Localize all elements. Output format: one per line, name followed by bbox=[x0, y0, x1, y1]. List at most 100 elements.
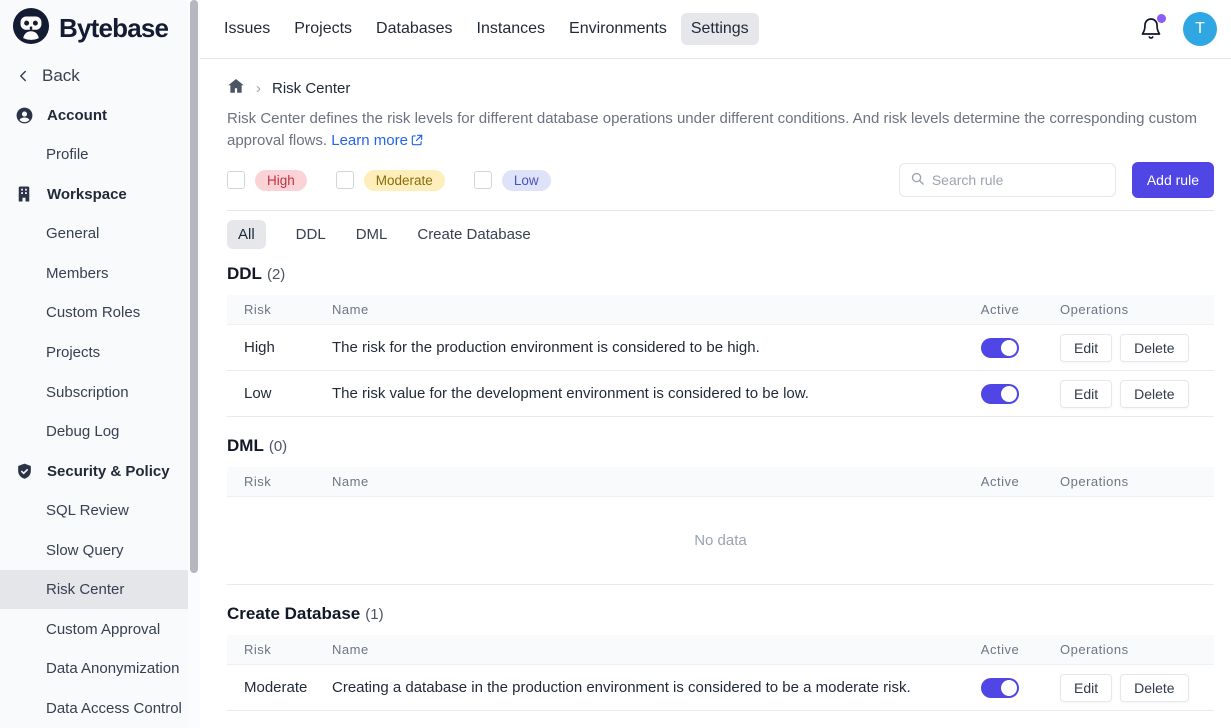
nav-item-settings[interactable]: Settings bbox=[681, 13, 759, 45]
moderate-checkbox[interactable] bbox=[336, 171, 354, 189]
sidebar-item-label: Members bbox=[46, 265, 109, 282]
tab-all[interactable]: All bbox=[227, 220, 266, 249]
active-toggle[interactable] bbox=[981, 384, 1019, 404]
nav-item-issues[interactable]: Issues bbox=[214, 13, 280, 45]
sidebar-section-label: Security & Policy bbox=[47, 463, 170, 480]
section-ddl: DDL(2) Risk Name Active Operations High … bbox=[227, 264, 1214, 417]
col-header-risk: Risk bbox=[227, 474, 332, 489]
delete-button[interactable]: Delete bbox=[1120, 334, 1188, 362]
back-button[interactable]: Back bbox=[0, 56, 188, 96]
col-header-name: Name bbox=[332, 302, 940, 317]
sidebar-item-profile[interactable]: Profile bbox=[0, 135, 188, 175]
filter-toolbar: High Moderate Low Add rule bbox=[227, 162, 1214, 198]
search-rule-input[interactable] bbox=[932, 172, 1113, 188]
section-dml: DML(0) Risk Name Active Operations No da… bbox=[227, 436, 1214, 585]
sidebar-scrollbar-thumb[interactable] bbox=[190, 0, 198, 573]
sidebar-scrollbar-track[interactable] bbox=[188, 0, 200, 728]
sidebar-item-subscription[interactable]: Subscription bbox=[0, 372, 188, 412]
create-database-table: Risk Name Active Operations Moderate Cre… bbox=[227, 635, 1214, 711]
section-ddl-title: DDL(2) bbox=[227, 264, 1214, 284]
row-risk: Low bbox=[227, 385, 332, 402]
shield-check-icon bbox=[14, 461, 34, 481]
sidebar-item-general[interactable]: General bbox=[0, 214, 188, 254]
delete-button[interactable]: Delete bbox=[1120, 380, 1188, 408]
sidebar-item-label: Risk Center bbox=[46, 581, 124, 598]
chevron-left-icon bbox=[13, 66, 33, 86]
low-checkbox[interactable] bbox=[474, 171, 492, 189]
sidebar-section-account[interactable]: Account bbox=[0, 96, 188, 136]
section-create-database-title: Create Database(1) bbox=[227, 604, 1214, 624]
sidebar-item-data-access-control[interactable]: Data Access Control bbox=[0, 689, 188, 728]
nav-item-environments[interactable]: Environments bbox=[559, 13, 677, 45]
sidebar-item-label: Custom Approval bbox=[46, 621, 160, 638]
edit-button[interactable]: Edit bbox=[1060, 334, 1112, 362]
high-badge: High bbox=[255, 170, 307, 191]
sidebar-section-security-policy[interactable]: Security & Policy bbox=[0, 451, 188, 491]
tab-dml[interactable]: DML bbox=[356, 220, 388, 249]
brand-name: Bytebase bbox=[59, 13, 168, 44]
risk-filter-moderate[interactable]: Moderate bbox=[336, 170, 445, 191]
edit-button[interactable]: Edit bbox=[1060, 380, 1112, 408]
app-window: Bytebase Back Account Profile Workspace … bbox=[0, 0, 1231, 728]
col-header-name: Name bbox=[332, 642, 940, 657]
sidebar-item-risk-center[interactable]: Risk Center bbox=[0, 570, 188, 610]
nav-item-projects[interactable]: Projects bbox=[284, 13, 362, 45]
learn-more-label: Learn more bbox=[331, 132, 408, 149]
sidebar-item-label: Slow Query bbox=[46, 542, 124, 559]
back-label: Back bbox=[42, 66, 80, 86]
sidebar-section-label: Workspace bbox=[47, 186, 127, 203]
col-header-name: Name bbox=[332, 474, 940, 489]
sidebar-item-label: Data Anonymization bbox=[46, 660, 179, 677]
active-toggle[interactable] bbox=[981, 338, 1019, 358]
search-icon bbox=[910, 171, 925, 190]
home-icon[interactable] bbox=[227, 77, 245, 99]
col-header-operations: Operations bbox=[1060, 642, 1214, 657]
breadcrumb-current: Risk Center bbox=[272, 80, 350, 97]
notification-bell-icon[interactable] bbox=[1139, 16, 1163, 42]
delete-button[interactable]: Delete bbox=[1120, 674, 1188, 702]
sidebar-item-data-anonymization[interactable]: Data Anonymization bbox=[0, 649, 188, 689]
row-name: The risk for the production environment … bbox=[332, 339, 940, 356]
risk-filter-low[interactable]: Low bbox=[474, 170, 551, 191]
risk-center-page: › Risk Center Risk Center defines the ri… bbox=[200, 59, 1231, 728]
settings-sidebar: Bytebase Back Account Profile Workspace … bbox=[0, 0, 188, 728]
sidebar-item-custom-roles[interactable]: Custom Roles bbox=[0, 293, 188, 333]
sidebar-item-members[interactable]: Members bbox=[0, 254, 188, 294]
tab-create-database[interactable]: Create Database bbox=[417, 220, 530, 249]
category-tabs: All DDL DML Create Database bbox=[227, 220, 1214, 249]
add-rule-button[interactable]: Add rule bbox=[1132, 162, 1214, 198]
avatar[interactable]: T bbox=[1183, 12, 1217, 46]
table-header-row: Risk Name Active Operations bbox=[227, 295, 1214, 325]
active-toggle[interactable] bbox=[981, 678, 1019, 698]
sidebar-item-custom-approval[interactable]: Custom Approval bbox=[0, 609, 188, 649]
sidebar-item-projects[interactable]: Projects bbox=[0, 333, 188, 373]
empty-state: No data bbox=[227, 497, 1214, 585]
sidebar-section-workspace[interactable]: Workspace bbox=[0, 175, 188, 215]
main-area: Issues Projects Databases Instances Envi… bbox=[200, 0, 1231, 728]
nav-item-databases[interactable]: Databases bbox=[366, 13, 463, 45]
ddl-table: Risk Name Active Operations High The ris… bbox=[227, 295, 1214, 417]
row-risk: Moderate bbox=[227, 679, 332, 696]
sidebar-item-label: SQL Review bbox=[46, 502, 129, 519]
nav-item-instances[interactable]: Instances bbox=[467, 13, 555, 45]
bytebase-logo[interactable]: Bytebase bbox=[0, 0, 188, 56]
dml-table: Risk Name Active Operations No data bbox=[227, 467, 1214, 585]
sidebar-section-label: Account bbox=[47, 107, 107, 124]
risk-filter-high[interactable]: High bbox=[227, 170, 307, 191]
sidebar-item-debug-log[interactable]: Debug Log bbox=[0, 412, 188, 452]
sidebar-item-slow-query[interactable]: Slow Query bbox=[0, 530, 188, 570]
no-data-text: No data bbox=[694, 532, 747, 549]
sidebar-item-sql-review[interactable]: SQL Review bbox=[0, 491, 188, 531]
sidebar-item-label: Debug Log bbox=[46, 423, 119, 440]
topbar-right: T bbox=[1139, 12, 1217, 46]
tab-ddl[interactable]: DDL bbox=[296, 220, 326, 249]
edit-button[interactable]: Edit bbox=[1060, 674, 1112, 702]
learn-more-link[interactable]: Learn more bbox=[331, 132, 424, 149]
high-checkbox[interactable] bbox=[227, 171, 245, 189]
table-header-row: Risk Name Active Operations bbox=[227, 467, 1214, 497]
breadcrumb: › Risk Center bbox=[227, 77, 1214, 99]
breadcrumb-separator: › bbox=[256, 80, 261, 97]
table-header-row: Risk Name Active Operations bbox=[227, 635, 1214, 665]
section-dml-title: DML(0) bbox=[227, 436, 1214, 456]
user-circle-icon bbox=[14, 105, 34, 125]
